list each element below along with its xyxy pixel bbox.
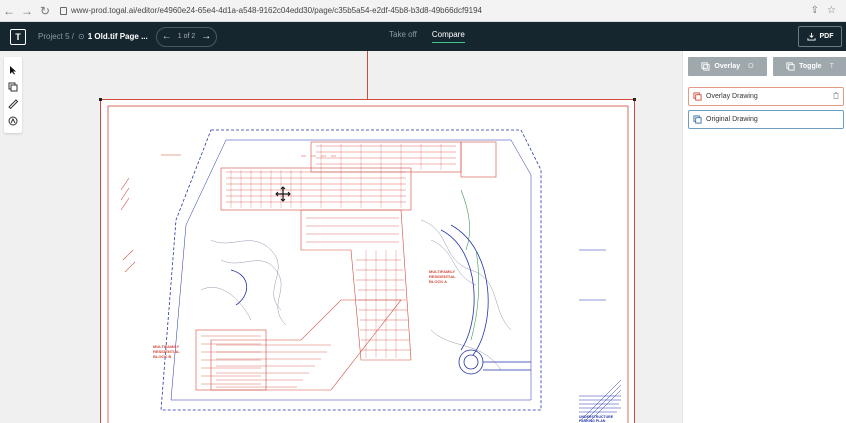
mode-tabs: Take off Compare xyxy=(389,30,465,43)
layer-overlay-drawing[interactable]: Overlay Drawing xyxy=(688,87,844,106)
download-icon xyxy=(806,32,816,41)
tool-palette xyxy=(4,57,22,133)
toggle-shortcut: T xyxy=(829,63,834,70)
layer-stack-icon xyxy=(693,115,702,124)
tab-take-off[interactable]: Take off xyxy=(389,30,417,43)
copy-layers-icon[interactable] xyxy=(7,81,19,93)
svg-text:PARKING PLAN: PARKING PLAN xyxy=(579,419,606,423)
tab-compare[interactable]: Compare xyxy=(431,30,465,43)
toggle-icon xyxy=(786,62,795,71)
site-plan-drawing[interactable]: MULTIFAMILY RESIDENTIAL BLOCK B MULTIFAM… xyxy=(99,98,636,423)
overlay-label: Overlay xyxy=(714,63,741,70)
lock-icon xyxy=(60,6,67,15)
share-icon[interactable]: ⇪ xyxy=(811,5,819,16)
overlay-button[interactable]: Overlay O xyxy=(688,57,767,76)
overlay-icon xyxy=(701,62,710,71)
togal-logo-icon[interactable]: T xyxy=(10,28,26,45)
file-name: 1 Old.tif Page ... xyxy=(87,32,148,41)
next-page-icon[interactable]: → xyxy=(201,31,211,42)
export-pdf-button[interactable]: PDF xyxy=(798,26,842,47)
toggle-label: Toggle xyxy=(799,63,822,70)
layer-label: Original Drawing xyxy=(706,116,758,123)
breadcrumb-file[interactable]: ⊙ 1 Old.tif Page ... xyxy=(78,32,148,41)
layer-original-drawing[interactable]: Original Drawing xyxy=(688,110,844,129)
app-header: T Project 5 / ⊙ 1 Old.tif Page ... ← 1 o… xyxy=(0,22,846,51)
area-tool-icon[interactable] xyxy=(7,115,19,127)
address-bar[interactable]: www-prod.togal.ai/editor/e4960e24-65e4-4… xyxy=(60,6,482,15)
toggle-button[interactable]: Toggle T xyxy=(773,57,846,76)
reload-icon[interactable]: ↻ xyxy=(36,2,54,20)
url-text: www-prod.togal.ai/editor/e4960e24-65e4-4… xyxy=(71,6,482,15)
trash-icon[interactable] xyxy=(833,92,839,101)
compare-panel: Overlay O Toggle T Overlay Drawing Origi… xyxy=(682,51,846,423)
page-indicator: 1 of 2 xyxy=(177,33,196,40)
bookmark-star-icon[interactable]: ☆ xyxy=(827,5,836,16)
move-cursor-icon xyxy=(275,186,291,202)
clock-icon: ⊙ xyxy=(78,32,85,41)
svg-text:BLOCK B: BLOCK B xyxy=(153,354,171,359)
select-pointer-icon[interactable] xyxy=(7,64,19,76)
drawing-workspace[interactable]: MULTIFAMILY RESIDENTIAL BLOCK B MULTIFAM… xyxy=(0,51,682,423)
site-plan-svg: MULTIFAMILY RESIDENTIAL BLOCK B MULTIFAM… xyxy=(107,105,629,423)
overlay-shortcut: O xyxy=(748,63,754,70)
back-arrow-icon[interactable]: ← xyxy=(0,2,18,20)
browser-bar: ← → ↻ www-prod.togal.ai/editor/e4960e24-… xyxy=(0,0,846,22)
layer-label: Overlay Drawing xyxy=(706,93,758,100)
page-navigator: ← 1 of 2 → xyxy=(155,26,218,47)
pdf-label: PDF xyxy=(819,33,834,40)
forward-arrow-icon[interactable]: → xyxy=(18,2,36,20)
layer-stack-icon xyxy=(693,92,702,101)
breadcrumb-project[interactable]: Project 5 / xyxy=(38,32,74,41)
svg-text:BLOCK A: BLOCK A xyxy=(429,279,447,284)
overlay-guide-line xyxy=(367,51,368,99)
prev-page-icon[interactable]: ← xyxy=(162,31,172,42)
ruler-icon[interactable] xyxy=(7,98,19,110)
